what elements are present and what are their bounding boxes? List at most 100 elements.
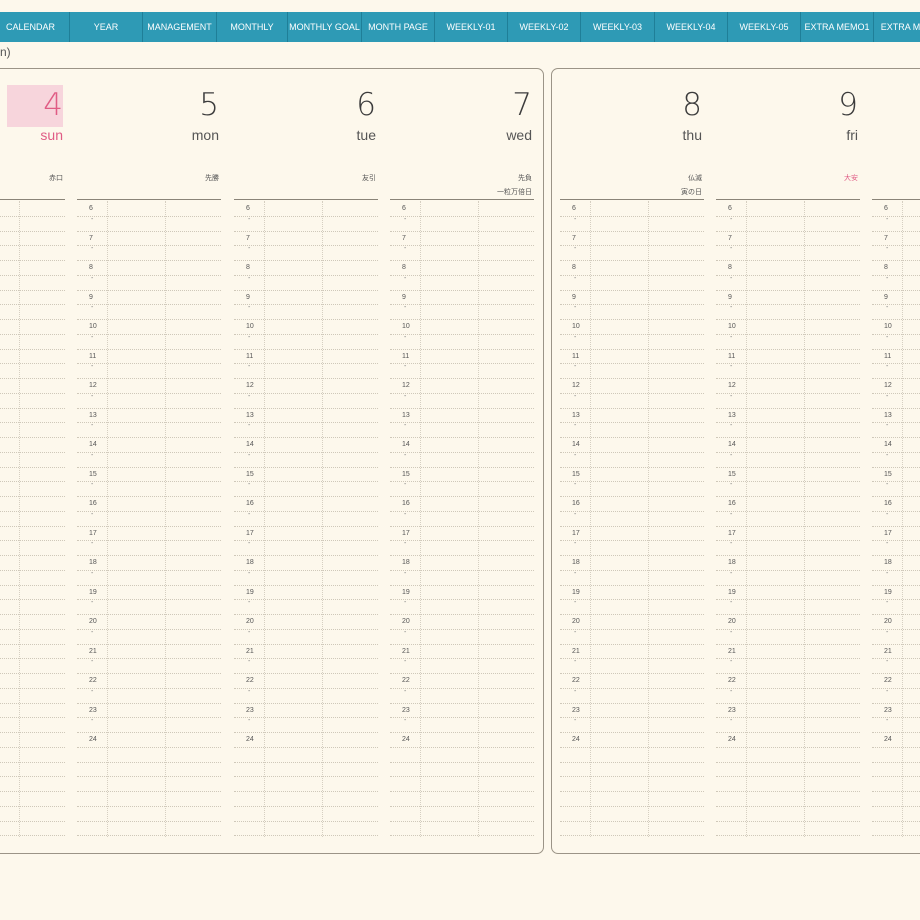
time-grid-line (716, 230, 860, 232)
half-hour-mark: - (574, 658, 577, 666)
nav-tab-monthly[interactable]: MONTHLY (217, 12, 288, 42)
time-grid-line (77, 614, 221, 615)
rokuyo-label: 先負 (518, 175, 532, 182)
time-grid-line (0, 496, 65, 497)
nav-tab-weekly-04[interactable]: WEEKLY-04 (655, 12, 728, 42)
hour-label: 12 (572, 382, 580, 389)
time-grid-line (234, 555, 378, 556)
hour-label: 10 (884, 323, 892, 330)
time-grid-line (716, 805, 860, 807)
time-grid-line (234, 466, 378, 468)
time-grid-line (77, 215, 221, 217)
time-grid-line (0, 643, 65, 645)
time-grid-line (716, 776, 860, 778)
half-hour-mark: - (730, 717, 733, 725)
nav-tab-monthly-goal[interactable]: MONTHLY GOAL (288, 12, 362, 42)
time-grid-line (560, 245, 704, 247)
time-grid-line (872, 451, 920, 453)
time-grid-line (390, 805, 534, 807)
nav-tab-calendar[interactable]: CALENDAR (0, 12, 70, 42)
grid-column-guide (264, 201, 265, 837)
nav-tab-extra-memo1[interactable]: EXTRA MEMO1 (801, 12, 874, 42)
time-grid-line (872, 746, 920, 748)
time-grid-line (390, 614, 534, 615)
hour-label: 21 (402, 647, 410, 655)
nav-tab-extra-me[interactable]: EXTRA ME (874, 12, 920, 42)
time-grid-line (716, 289, 860, 291)
time-grid-line (234, 363, 378, 365)
time-grid-line (390, 392, 534, 394)
time-grid-line (872, 732, 920, 733)
hour-label: 6 (89, 205, 93, 212)
half-hour-mark: - (404, 363, 407, 371)
time-grid-line (390, 569, 534, 571)
half-hour-mark: - (886, 304, 889, 312)
time-grid-line (234, 437, 378, 438)
time-grid-line (716, 260, 860, 261)
time-grid-line (234, 746, 378, 748)
nav-tab-management[interactable]: MANAGEMENT (143, 12, 217, 42)
time-grid-line (234, 333, 378, 335)
time-grid-line (390, 673, 534, 674)
time-grid-line (872, 776, 920, 778)
hour-label: 12 (246, 382, 254, 389)
time-grid-line (234, 215, 378, 217)
time-grid-line (77, 761, 221, 763)
time-grid-line (560, 791, 704, 792)
time-grid-line (716, 628, 860, 630)
time-grid-line (390, 407, 534, 409)
hour-label: 9 (884, 293, 888, 301)
time-grid-line (234, 525, 378, 527)
half-hour-mark: - (886, 599, 889, 607)
half-hour-mark: - (91, 274, 94, 282)
hour-label: 22 (402, 677, 410, 684)
hour-label: 16 (572, 500, 580, 507)
hour-label: 6 (572, 205, 576, 212)
grid-column-guide (902, 201, 903, 837)
hour-label: 15 (402, 470, 410, 478)
half-hour-mark: - (730, 687, 733, 695)
hour-label: 14 (728, 441, 736, 448)
time-grid-line (0, 392, 65, 394)
time-grid-line (234, 717, 378, 719)
half-hour-mark: - (248, 687, 251, 695)
time-grid-line (77, 746, 221, 748)
time-grid-line (77, 673, 221, 674)
nav-tab-weekly-03[interactable]: WEEKLY-03 (581, 12, 655, 42)
day-number: 4 (43, 87, 63, 123)
day-name: thu (682, 127, 702, 143)
time-grid-line (77, 791, 221, 792)
time-grid-line (716, 643, 860, 645)
time-grid-line (0, 422, 65, 424)
time-grid-line (872, 274, 920, 276)
nav-tab-weekly-02[interactable]: WEEKLY-02 (508, 12, 581, 42)
half-hour-mark: - (91, 628, 94, 636)
time-grid-line (872, 437, 920, 438)
time-grid-line (390, 260, 534, 261)
time-grid-line (716, 746, 860, 748)
time-grid-line (0, 820, 65, 822)
day-column: 5 mon 先勝 6 - 7 - 8 - 9 - 10 - 11 - 12 - 13 - 14 - 15 - 16 - 17 - 18… (77, 69, 221, 853)
hour-label: 12 (402, 382, 410, 389)
day-name: sun (40, 127, 63, 143)
time-grid-line (716, 437, 860, 438)
hour-label: 22 (89, 677, 97, 684)
time-grid-line (234, 304, 378, 306)
half-hour-mark: - (730, 481, 733, 489)
nav-tab-month-page[interactable]: MONTH PAGE (362, 12, 435, 42)
nav-tab-year[interactable]: YEAR (70, 12, 143, 42)
time-grid-line (77, 466, 221, 468)
half-hour-mark: - (886, 717, 889, 725)
day-column: 8 thu 仏滅 寅の日 6 - 7 - 8 - 9 - 10 - 11 - 12 - 13 - 14 - 15 - 16 - 17… (560, 69, 704, 853)
time-grid-line (872, 215, 920, 217)
half-hour-mark: - (886, 392, 889, 400)
nav-tab-weekly-01[interactable]: WEEKLY-01 (435, 12, 508, 42)
time-grid-line (234, 835, 378, 837)
time-grid-line (77, 569, 221, 571)
hour-label: 19 (572, 588, 580, 596)
time-grid-line (872, 628, 920, 630)
time-grid-line (560, 614, 704, 615)
left-page: 4 sun 赤口 6 - 7 - 8 - 9 - 10 - 11 - 12 - 13 - 14 - 15 - 16 - 17 - 18… (0, 68, 544, 854)
nav-tab-weekly-05[interactable]: WEEKLY-05 (728, 12, 801, 42)
time-grid-line (234, 805, 378, 807)
